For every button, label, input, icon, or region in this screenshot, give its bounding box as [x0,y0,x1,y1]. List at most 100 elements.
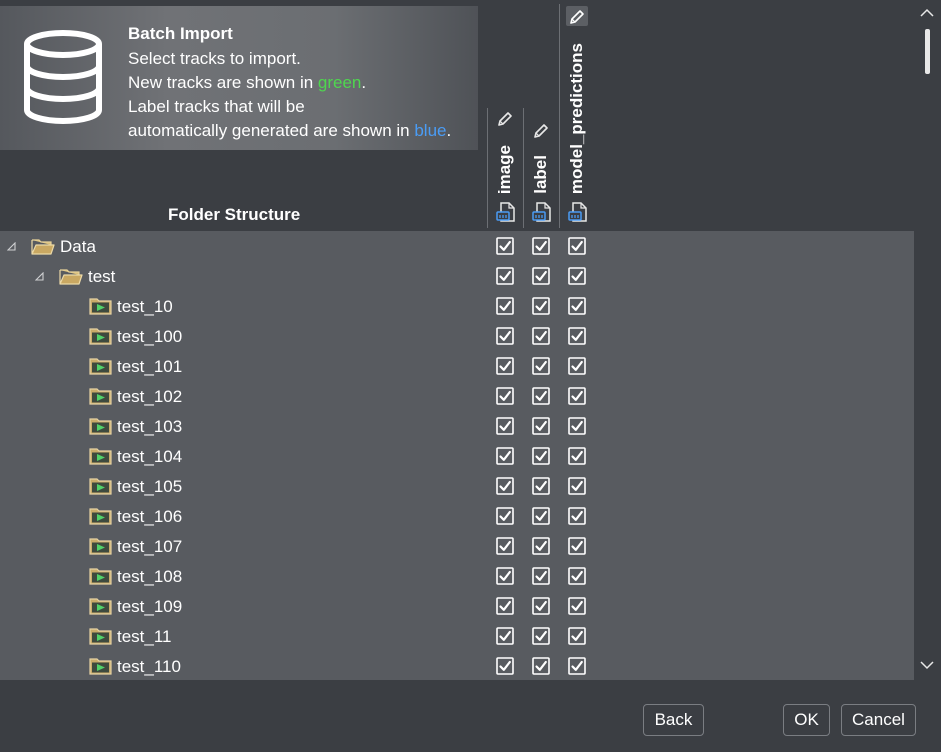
tree-row[interactable]: test_104 [0,442,914,472]
video-folder-icon [89,418,112,435]
track-checkbox-label[interactable] [532,297,550,315]
blue-word: blue [414,121,447,140]
video-folder-icon [89,658,112,675]
column-title-text: label [531,155,550,194]
tree-row[interactable]: test_100 [0,322,914,352]
track-checkbox-image[interactable] [496,327,514,345]
back-button[interactable]: Back [643,704,704,736]
column-title-label: label [523,0,557,194]
column-header-model-predictions[interactable]: model_predictions [559,0,593,228]
track-checkbox-image[interactable] [496,597,514,615]
tree-item-label: test_104 [117,447,183,466]
video-folder-icon [89,508,112,525]
tree-row[interactable]: test_105 [0,472,914,502]
track-checkbox-image[interactable] [496,267,514,285]
tree-row[interactable]: test_106 [0,502,914,532]
track-checkbox-label[interactable] [532,447,550,465]
track-checkbox-image[interactable] [496,447,514,465]
banner-text-new-tracks: New tracks are shown in [128,73,318,92]
track-checkbox-image[interactable] [496,507,514,525]
green-word: green [317,73,362,92]
chevron-down-icon[interactable] [920,660,934,670]
tree-row[interactable]: test_107 [0,532,914,562]
banner-period: . [361,73,367,92]
track-checkbox-label[interactable] [532,507,550,525]
track-checkbox-label[interactable] [532,327,550,345]
info-banner: Batch Import Select tracks to import. Ne… [0,6,478,150]
tree-row[interactable]: test [0,262,914,292]
column-title-image: image [487,0,521,194]
tree-row[interactable]: test_101 [0,352,914,382]
video-folder-icon [89,628,112,645]
tree-item-label: test_100 [117,327,183,346]
track-checkbox-model-predictions[interactable] [568,597,586,615]
track-checkbox-image[interactable] [496,417,514,435]
track-checkbox-label[interactable] [532,537,550,555]
track-checkbox-model-predictions[interactable] [568,237,586,255]
video-folder-icon [89,358,112,375]
tree-row[interactable]: Data [0,232,914,262]
tree-row[interactable]: test_108 [0,562,914,592]
track-checkbox-model-predictions[interactable] [568,267,586,285]
track-checkbox-model-predictions[interactable] [568,447,586,465]
track-checkbox-label[interactable] [532,267,550,285]
track-checkbox-image[interactable] [496,477,514,495]
track-checkbox-label[interactable] [532,477,550,495]
track-checkbox-label[interactable] [532,357,550,375]
track-checkbox-model-predictions[interactable] [568,507,586,525]
track-checkbox-label[interactable] [532,417,550,435]
tree-item-label: test_10 [117,297,173,316]
header-area: Batch Import Select tracks to import. Ne… [0,0,914,231]
track-checkbox-label[interactable] [532,597,550,615]
expander-icon[interactable] [7,242,16,251]
column-header-label[interactable]: label [523,0,557,228]
video-folder-icon [89,598,112,615]
column-header-image[interactable]: image [487,0,521,228]
track-checkbox-image[interactable] [496,567,514,585]
tree-row[interactable]: test_10 [0,292,914,322]
track-checkbox-label[interactable] [532,567,550,585]
track-checkbox-model-predictions[interactable] [568,567,586,585]
video-folder-icon [89,328,112,345]
cancel-button[interactable]: Cancel [841,704,916,736]
track-checkbox-image[interactable] [496,297,514,315]
track-checkbox-model-predictions[interactable] [568,657,586,675]
tree-item-label: test_108 [117,567,183,586]
tree-row[interactable]: test_102 [0,382,914,412]
track-checkbox-model-predictions[interactable] [568,627,586,645]
banner-title: Batch Import [128,24,233,43]
tree-row[interactable]: test_110 [0,652,914,680]
scrollbar-thumb[interactable] [925,29,930,74]
track-checkbox-label[interactable] [532,387,550,405]
track-checkbox-model-predictions[interactable] [568,357,586,375]
tree-row[interactable]: test_11 [0,622,914,652]
tree-item-label: test_11 [117,627,172,646]
track-checkbox-image[interactable] [496,537,514,555]
chevron-up-icon[interactable] [920,8,934,18]
track-checkbox-label[interactable] [532,627,550,645]
track-checkbox-model-predictions[interactable] [568,327,586,345]
tree-row[interactable]: test_109 [0,592,914,622]
vertical-scrollbar[interactable] [914,0,941,680]
video-folder-icon [89,568,112,585]
track-checkbox-image[interactable] [496,627,514,645]
track-checkbox-model-predictions[interactable] [568,417,586,435]
tree-item-label: test_107 [117,537,183,556]
banner-line-new-tracks: New tracks are shown in green. [128,71,473,95]
track-checkbox-model-predictions[interactable] [568,297,586,315]
tree-item-label: test [88,267,116,286]
expander-icon[interactable] [35,272,44,281]
tree-row[interactable]: test_103 [0,412,914,442]
tree-item-label: test_109 [117,597,183,616]
track-checkbox-image[interactable] [496,387,514,405]
track-checkbox-label[interactable] [532,237,550,255]
track-checkbox-model-predictions[interactable] [568,537,586,555]
track-checkbox-image[interactable] [496,237,514,255]
track-checkbox-model-predictions[interactable] [568,477,586,495]
ok-button[interactable]: OK [783,704,830,736]
folder-tree[interactable]: Data test test_10 test_100 test_101 test_102 t… [0,231,914,680]
track-checkbox-image[interactable] [496,357,514,375]
track-checkbox-model-predictions[interactable] [568,387,586,405]
track-checkbox-image[interactable] [496,657,514,675]
track-checkbox-label[interactable] [532,657,550,675]
